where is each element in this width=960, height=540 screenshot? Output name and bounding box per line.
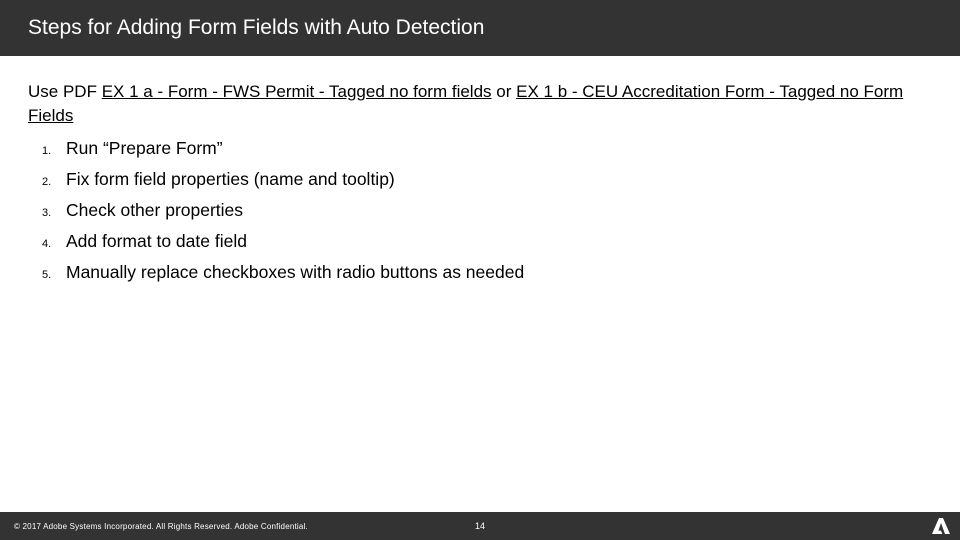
step-number: 2. [42, 176, 66, 188]
list-item: 3. Check other properties [42, 200, 932, 221]
step-number: 5. [42, 269, 66, 281]
step-number: 3. [42, 207, 66, 219]
intro-prefix: Use PDF [28, 82, 102, 101]
adobe-logo-icon [932, 518, 950, 534]
list-item: 2. Fix form field properties (name and t… [42, 169, 932, 190]
step-text: Run “Prepare Form” [66, 138, 223, 159]
slide-body: Use PDF EX 1 a - Form - FWS Permit - Tag… [0, 56, 960, 283]
slide-header: Steps for Adding Form Fields with Auto D… [0, 0, 960, 56]
step-text: Fix form field properties (name and tool… [66, 169, 395, 190]
list-item: 4. Add format to date field [42, 231, 932, 252]
step-text: Check other properties [66, 200, 243, 221]
slide-title: Steps for Adding Form Fields with Auto D… [28, 16, 484, 40]
list-item: 5. Manually replace checkboxes with radi… [42, 262, 932, 283]
step-number: 1. [42, 145, 66, 157]
footer-copyright: © 2017 Adobe Systems Incorporated. All R… [0, 522, 308, 531]
intro-paragraph: Use PDF EX 1 a - Form - FWS Permit - Tag… [28, 80, 932, 128]
intro-link-1[interactable]: EX 1 a - Form - FWS Permit - Tagged no f… [102, 82, 492, 101]
footer-page-number: 14 [475, 521, 485, 531]
step-text: Add format to date field [66, 231, 247, 252]
step-number: 4. [42, 238, 66, 250]
slide-footer: © 2017 Adobe Systems Incorporated. All R… [0, 512, 960, 540]
step-text: Manually replace checkboxes with radio b… [66, 262, 524, 283]
list-item: 1. Run “Prepare Form” [42, 138, 932, 159]
steps-list: 1. Run “Prepare Form” 2. Fix form field … [28, 138, 932, 283]
intro-mid: or [492, 82, 517, 101]
